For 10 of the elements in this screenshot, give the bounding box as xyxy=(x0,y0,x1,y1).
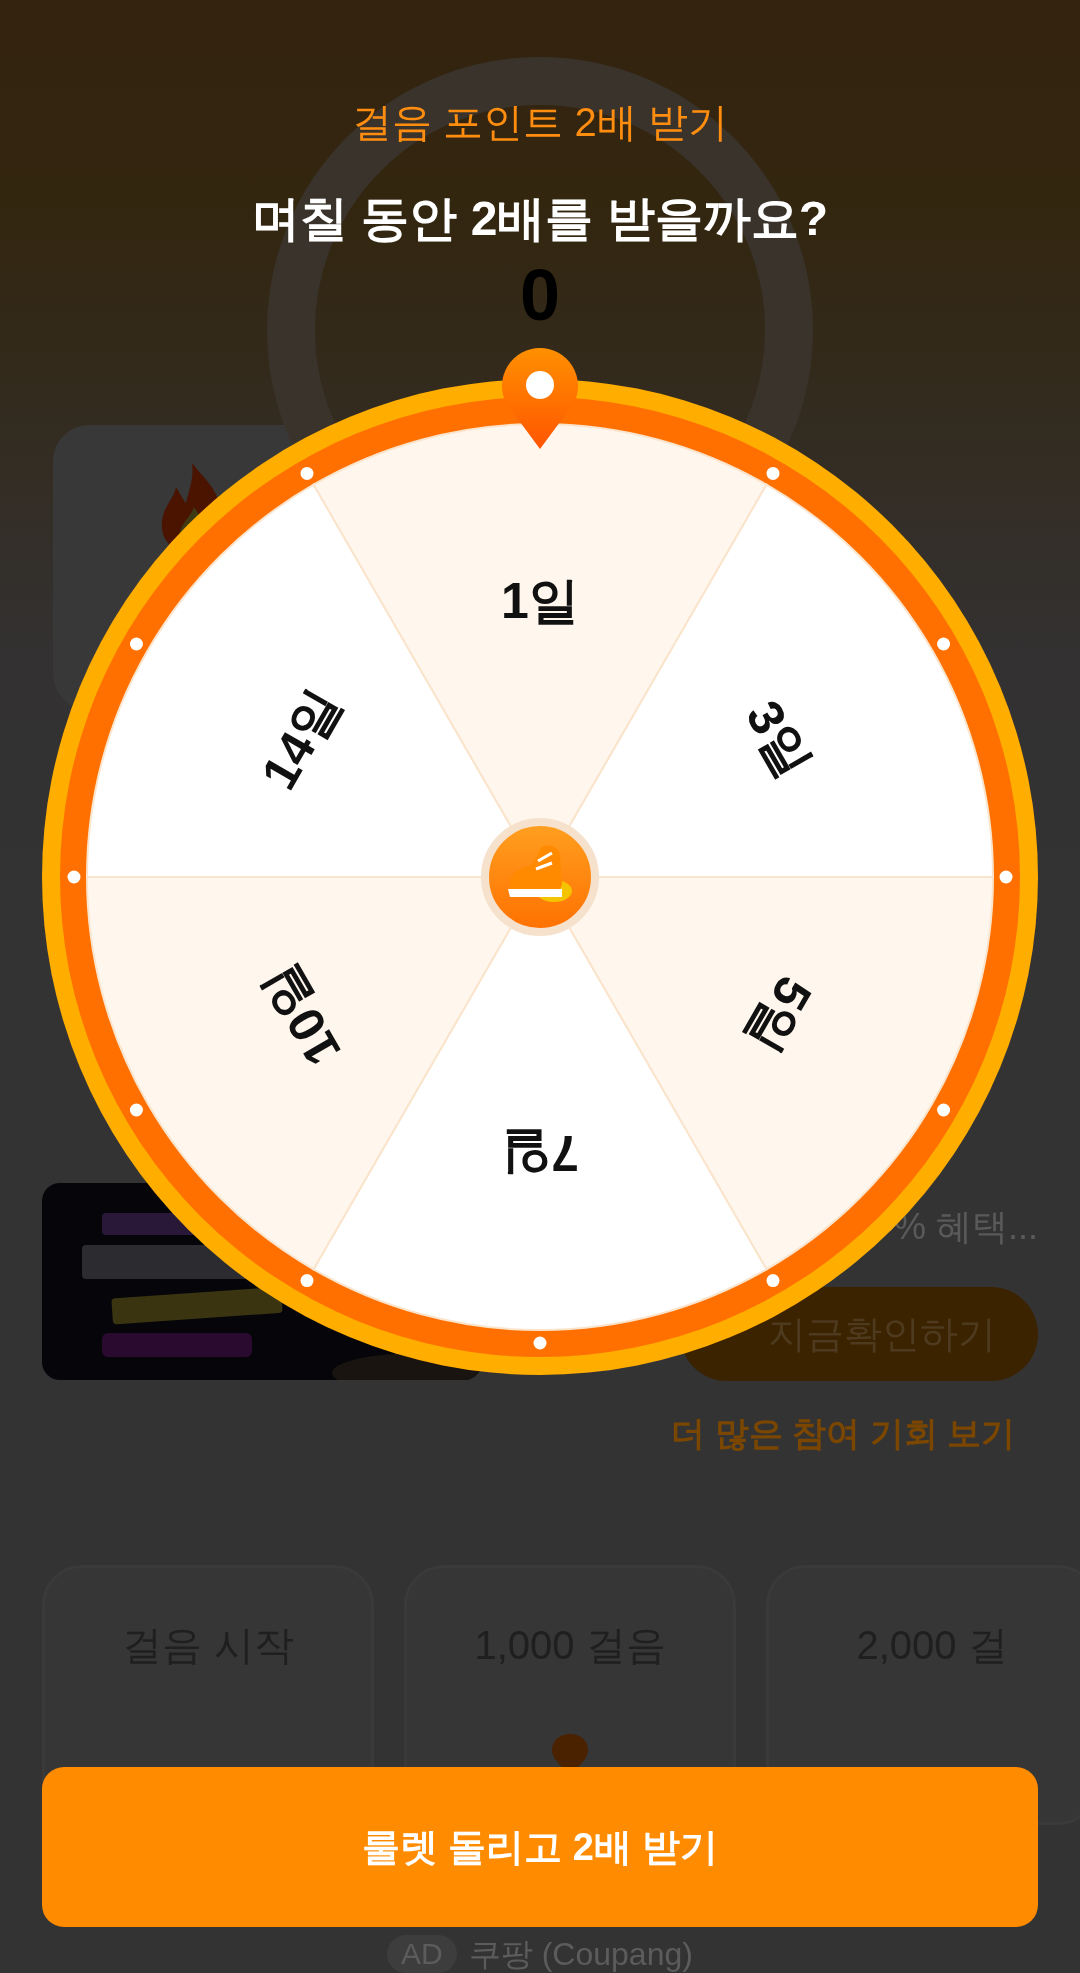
more-chances-link[interactable]: 더 많은 참여 기회 보기 xyxy=(671,1411,1015,1455)
sneaker-icon xyxy=(508,845,572,902)
dialog-subtitle: 걸음 포인트 2배 받기 xyxy=(352,99,728,146)
segment-label: 3일 xyxy=(735,691,823,787)
segment-label: 7일 xyxy=(501,1124,579,1181)
segment-label: 5일 xyxy=(735,967,823,1063)
spin-roulette-button[interactable]: 룰렛 돌리고 2배 받기 xyxy=(42,1767,1038,1927)
pointer-pin-icon xyxy=(502,348,578,449)
segment-label: 1일 xyxy=(501,573,579,630)
dialog-title: 며칠 동안 2배를 받을까요? xyxy=(252,191,828,247)
